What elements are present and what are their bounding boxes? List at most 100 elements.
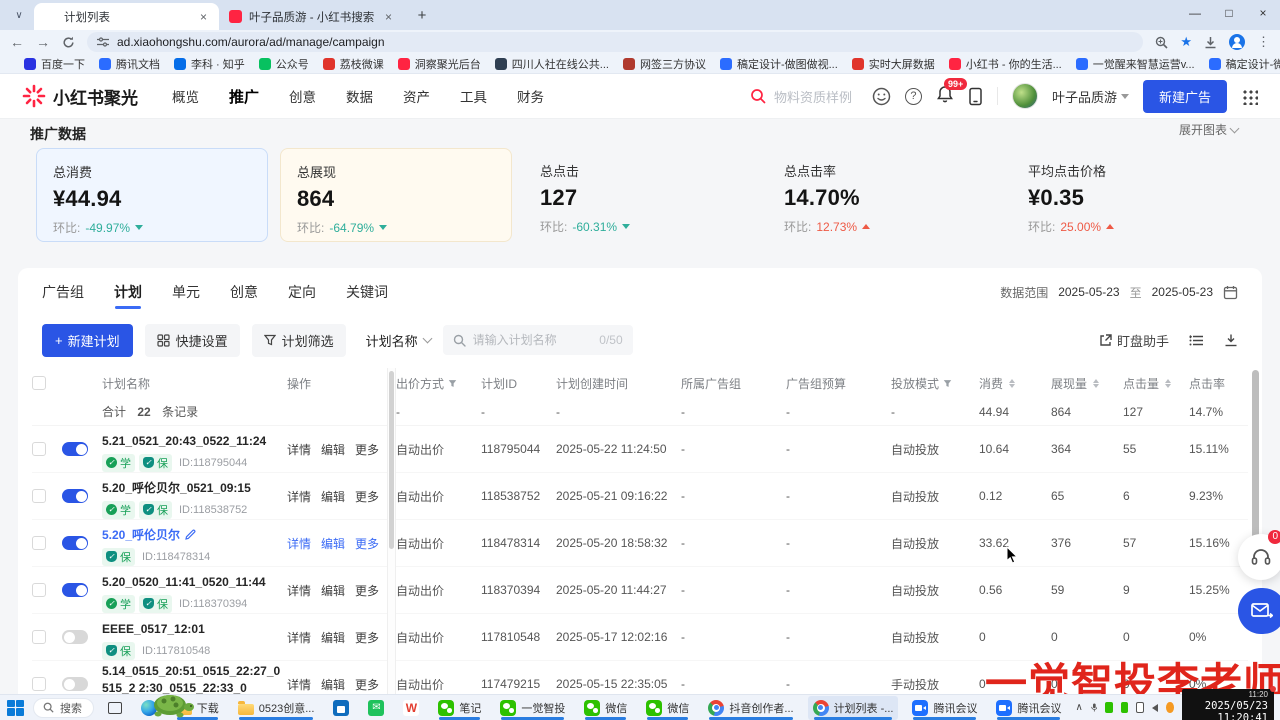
more-link[interactable]: 更多 [355,629,379,646]
date-to[interactable]: 2025-05-23 [1152,285,1213,299]
bookmark-item[interactable]: 稿定设计-微图微视... [1209,56,1280,72]
nav-item[interactable]: 资产 [403,86,430,106]
entity-tab[interactable]: 计划 [114,269,142,315]
speaker-icon[interactable] [1152,704,1158,712]
start-button[interactable] [6,699,24,717]
tab-close-icon[interactable]: × [198,10,209,24]
fixed-column-scrollbar[interactable] [387,368,396,720]
bookmark-item[interactable]: 百度一下 [24,56,85,72]
entity-tab[interactable]: 创意 [230,269,258,315]
header-search[interactable]: 物料资质样例 [750,87,852,106]
col-ctr[interactable]: 点击率 [1189,375,1239,392]
wechat-tray-icon[interactable] [1121,702,1128,713]
taskbar-item[interactable]: 腾讯会议 [907,696,982,720]
col-click[interactable]: 点击量 [1123,375,1189,392]
edit-link[interactable]: 编辑 [321,582,345,599]
emoji-icon[interactable] [872,87,891,106]
detail-link[interactable]: 详情 [287,441,311,458]
edit-link[interactable]: 编辑 [321,441,345,458]
filter-icon[interactable] [448,379,457,388]
col-bid[interactable]: 出价方式 [396,375,481,392]
stat-card[interactable]: 平均点击价格 ¥0.35 环比: 25.00% [1012,148,1244,242]
taskbar-item[interactable]: 抖音创作者... [703,696,798,720]
taskbar-item[interactable] [328,696,354,720]
tray-expand-icon[interactable]: ∧ [1075,702,1082,713]
bookmark-item[interactable]: 公众号 [259,56,309,72]
stat-card[interactable]: 总消费 ¥44.94 环比: -49.97% [36,148,268,242]
nav-item[interactable]: 数据 [346,86,373,106]
calendar-icon[interactable] [1223,285,1238,300]
bookmark-item[interactable]: 小红书 - 你的生活... [949,56,1062,72]
bookmark-item[interactable]: 洞察聚光后台 [398,56,481,72]
bookmark-item[interactable]: 四川人社在线公共... [495,56,609,72]
display-tray-icon[interactable] [1136,702,1144,713]
bookmark-item[interactable]: 李科 · 知乎 [174,56,245,72]
status-toggle[interactable] [62,677,88,691]
mobile-icon[interactable] [968,87,983,106]
more-link[interactable]: 更多 [355,582,379,599]
edit-link[interactable]: 编辑 [321,629,345,646]
detail-link[interactable]: 详情 [287,676,311,693]
stat-card[interactable]: 总展现 864 环比: -64.79% [280,148,512,242]
plan-search[interactable]: 0/50 [443,325,633,355]
expand-charts-link[interactable]: 展开图表 [1179,121,1238,138]
tab-search-chevron-icon[interactable]: ∨ [8,4,30,26]
bookmark-item[interactable]: 稿定设计-做图做视... [720,56,838,72]
forward-icon[interactable]: → [36,34,50,50]
maximize-button[interactable]: □ [1212,0,1246,26]
plan-name[interactable]: EEEE_0517_12:01 [102,622,205,636]
monitor-assistant-link[interactable]: 盯盘助手 [1099,331,1169,350]
bookmark-item[interactable]: 腾讯文档 [99,56,160,72]
filter-icon[interactable] [943,379,952,388]
bookmark-item[interactable]: 荔枝微课 [323,56,384,72]
col-created[interactable]: 计划创建时间 [556,375,681,392]
entity-tab[interactable]: 定向 [288,269,316,315]
taskbar-item[interactable]: 一觉智投 [495,696,570,720]
more-link[interactable]: 更多 [355,676,379,693]
status-toggle[interactable] [62,583,88,597]
column-settings-icon[interactable] [1189,334,1204,347]
back-icon[interactable]: ← [10,34,24,50]
stat-card[interactable]: 总点击率 14.70% 环比: 12.73% [768,148,1000,242]
nav-item[interactable]: 概览 [172,86,199,106]
more-link[interactable]: 更多 [355,488,379,505]
reload-icon[interactable] [62,36,75,49]
plan-name[interactable]: 5.20_0520_11:41_0520_11:44 [102,575,266,589]
plan-name[interactable]: 5.20_呼伦贝尔 [102,528,180,542]
name-field-select[interactable]: 计划名称 [366,331,431,350]
edit-link[interactable]: 编辑 [321,676,345,693]
status-toggle[interactable] [62,536,88,550]
col-mode[interactable]: 投放模式 [891,375,979,392]
browser-tab[interactable]: 叶子品质游 - 小红书搜索 × [219,3,404,30]
detail-link[interactable]: 详情 [287,582,311,599]
col-plan-id[interactable]: 计划ID [481,375,556,392]
edit-link[interactable]: 编辑 [321,535,345,552]
entity-tab[interactable]: 关键词 [346,269,388,315]
taskbar-item[interactable] [398,696,424,720]
notifications[interactable]: 99+ [936,85,954,107]
download-icon[interactable] [1204,36,1217,49]
detail-link[interactable]: 详情 [287,535,311,552]
edit-pencil-icon[interactable] [185,529,196,540]
date-from[interactable]: 2025-05-23 [1058,285,1119,299]
new-tab-button[interactable]: + [410,3,434,27]
quick-settings-button[interactable]: 快捷设置 [145,324,240,357]
plan-name[interactable]: 5.21_0521_20:43_0522_11:24 [102,434,266,448]
download-icon[interactable] [1224,333,1238,347]
row-checkbox[interactable] [32,489,46,503]
col-name[interactable]: 计划名称 [102,375,287,392]
entity-tab[interactable]: 单元 [172,269,200,315]
row-checkbox[interactable] [32,442,46,456]
bookmark-item[interactable]: 一觉醒来智慧运营v... [1076,56,1195,72]
tab-close-icon[interactable]: × [383,10,394,24]
row-checkbox[interactable] [32,677,46,691]
status-toggle[interactable] [62,630,88,644]
select-all-checkbox[interactable] [32,376,46,390]
profile-icon[interactable] [1229,34,1245,50]
status-toggle[interactable] [62,442,88,456]
site-settings-icon[interactable] [97,36,109,48]
new-ad-button[interactable]: 新建广告 [1143,80,1227,113]
bookmark-star-icon[interactable]: ★ [1180,34,1192,50]
more-link[interactable]: 更多 [355,535,379,552]
apps-menu-icon[interactable] [1241,88,1258,105]
